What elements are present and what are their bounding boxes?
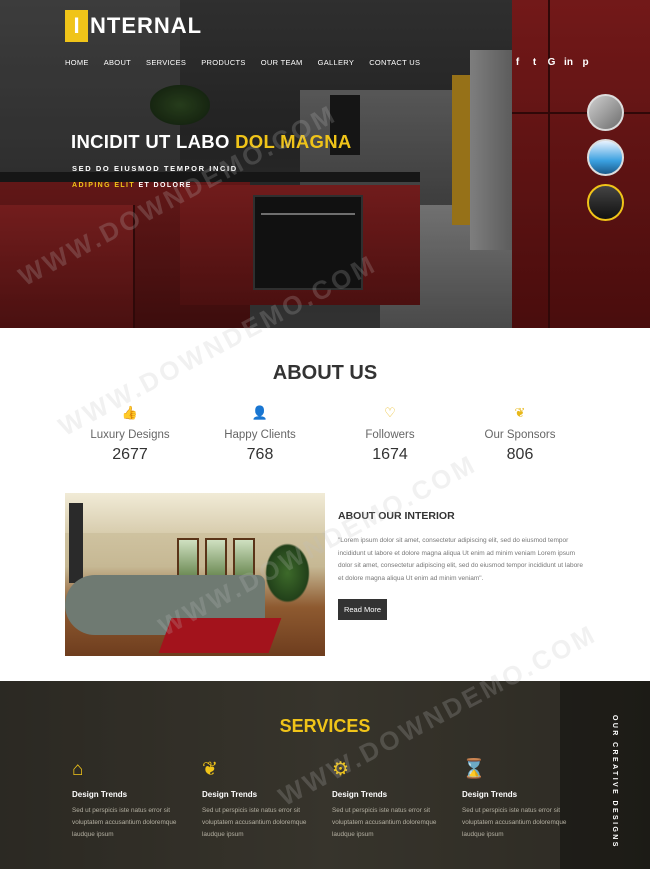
nav-home[interactable]: HOME xyxy=(65,58,89,67)
interior-text: "Lorem ipsum dolor sit amet, consectetur… xyxy=(338,537,583,582)
stat-value: 1674 xyxy=(372,446,408,463)
service-text: Sed ut perspicis iste natus error sit vo… xyxy=(72,807,177,838)
twitter-icon[interactable]: t xyxy=(526,57,543,68)
nav-services[interactable]: SERVICES xyxy=(146,58,186,67)
image-window xyxy=(233,538,255,578)
service-name[interactable]: Design Trends xyxy=(72,790,202,799)
hero-subtitle-2-highlight: ADIPING ELIT xyxy=(72,182,136,189)
stats-row: 👍 Luxury Designs 2677 👤 Happy Clients 76… xyxy=(65,404,585,464)
gear-icon: ⚙ xyxy=(332,759,350,780)
hero-title-main: INCIDIT UT LABO xyxy=(71,131,236,152)
hero-subtitle: SED DO EIUSMOD TEMPOR INCID xyxy=(72,164,238,173)
read-more-button[interactable]: Read More xyxy=(338,599,387,620)
service-item: ⌂ Design Trends Sed ut perspicis iste na… xyxy=(72,758,202,841)
home-icon: ⌂ xyxy=(72,759,84,780)
service-text: Sed ut perspicis iste natus error sit vo… xyxy=(462,807,567,838)
hero-title-highlight: DOL MAGNA xyxy=(235,131,352,152)
hero-subtitle-2-rest: ET DOLORE xyxy=(135,182,192,189)
stat-followers: ♡ Followers 1674 xyxy=(325,404,455,464)
slider-thumbnails xyxy=(587,94,624,229)
main-nav: HOME ABOUT SERVICES PRODUCTS OUR TEAM GA… xyxy=(65,58,435,67)
image-rug xyxy=(158,618,282,653)
stat-our-sponsors: ❦ Our Sponsors 806 xyxy=(455,404,585,464)
stat-label: Luxury Designs xyxy=(90,429,170,441)
hourglass-icon: ⌛ xyxy=(462,759,486,780)
services-vertical-label: OUR CREATIVE DESIGNS xyxy=(606,715,618,849)
hero-subtitle-2: ADIPING ELIT ET DOLORE xyxy=(72,182,192,189)
interior-image xyxy=(65,493,325,656)
image-picture-frame xyxy=(69,503,83,583)
site-logo[interactable]: I NTERNAL xyxy=(65,10,202,42)
user-icon: 👤 xyxy=(251,405,269,420)
thumbs-up-icon: 👍 xyxy=(121,405,139,420)
stat-value: 806 xyxy=(506,446,534,463)
services-list: ⌂ Design Trends Sed ut perspicis iste na… xyxy=(72,758,592,841)
google-plus-icon[interactable]: G xyxy=(543,57,560,68)
nav-our-team[interactable]: OUR TEAM xyxy=(261,58,303,67)
service-item: ⚙ Design Trends Sed ut perspicis iste na… xyxy=(332,758,462,841)
pinterest-icon[interactable]: p xyxy=(577,57,594,68)
linkedin-icon[interactable]: in xyxy=(560,57,577,68)
heart-icon: ♡ xyxy=(384,405,396,420)
service-name[interactable]: Design Trends xyxy=(332,790,462,799)
interior-title: ABOUT OUR INTERIOR xyxy=(338,510,455,522)
image-window xyxy=(205,538,227,578)
stat-value: 768 xyxy=(246,446,274,463)
slider-thumb-2[interactable] xyxy=(587,139,624,176)
stat-label: Followers xyxy=(365,429,415,441)
stat-label: Our Sponsors xyxy=(484,429,556,441)
stat-value: 2677 xyxy=(112,446,148,463)
logo-text: NTERNAL xyxy=(90,13,203,38)
service-text: Sed ut perspicis iste natus error sit vo… xyxy=(332,807,437,838)
image-window xyxy=(177,538,199,578)
nav-about[interactable]: ABOUT xyxy=(104,58,131,67)
image-plant xyxy=(265,543,310,603)
logo-letter: I xyxy=(65,10,88,42)
service-item: ❦ Design Trends Sed ut perspicis iste na… xyxy=(202,758,332,841)
hero-title: INCIDIT UT LABO DOL MAGNA xyxy=(71,131,352,153)
service-text: Sed ut perspicis iste natus error sit vo… xyxy=(202,807,307,838)
slider-thumb-3-active[interactable] xyxy=(587,184,624,221)
service-name[interactable]: Design Trends xyxy=(462,790,592,799)
nav-contact-us[interactable]: CONTACT US xyxy=(369,58,420,67)
service-name[interactable]: Design Trends xyxy=(202,790,332,799)
service-item: ⌛ Design Trends Sed ut perspicis iste na… xyxy=(462,758,592,841)
slider-thumb-1[interactable] xyxy=(587,94,624,131)
stat-happy-clients: 👤 Happy Clients 768 xyxy=(195,404,325,464)
nav-gallery[interactable]: GALLERY xyxy=(318,58,355,67)
image-ceiling xyxy=(65,493,325,533)
about-title: ABOUT US xyxy=(272,362,378,384)
leaf-icon: ❦ xyxy=(202,759,218,780)
social-links: f t G in p xyxy=(509,57,594,68)
stat-luxury-designs: 👍 Luxury Designs 2677 xyxy=(65,404,195,464)
stat-label: Happy Clients xyxy=(224,429,296,441)
vertical-text: OUR CREATIVE DESIGNS xyxy=(611,715,618,849)
services-title: SERVICES xyxy=(279,716,371,736)
leaf-icon: ❦ xyxy=(514,405,526,420)
facebook-icon[interactable]: f xyxy=(509,57,526,68)
nav-products[interactable]: PRODUCTS xyxy=(201,58,246,67)
